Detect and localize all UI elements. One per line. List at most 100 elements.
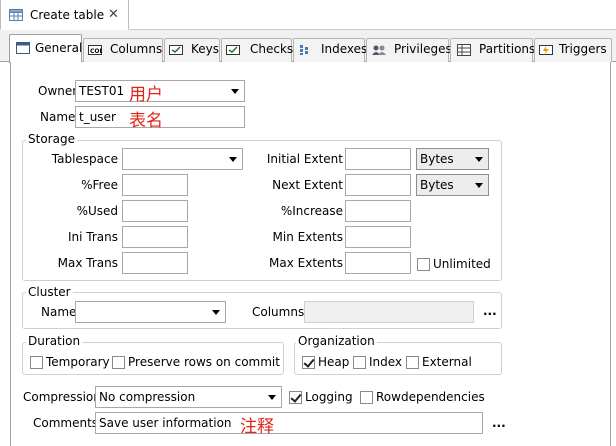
comments-value: Save user information bbox=[99, 416, 232, 430]
cluster-columns-ellipsis-button[interactable]: ... bbox=[483, 304, 497, 318]
external-checkbox[interactable] bbox=[406, 356, 419, 369]
chevron-down-icon bbox=[268, 395, 276, 400]
checks-icon bbox=[226, 45, 240, 55]
tab-triggers-label: Triggers bbox=[559, 42, 607, 56]
pct-increase-input[interactable] bbox=[345, 200, 411, 222]
duration-title: Duration bbox=[26, 334, 83, 348]
name-label: Name bbox=[40, 110, 76, 124]
owner-label: Owner bbox=[38, 84, 78, 98]
window-tab-title: Create table bbox=[30, 8, 105, 22]
owner-note: 用户 bbox=[129, 85, 163, 105]
comments-note: 注释 bbox=[240, 417, 274, 437]
chevron-down-icon bbox=[231, 89, 239, 94]
cluster-columns-input[interactable] bbox=[304, 301, 474, 323]
min-extents-input[interactable] bbox=[345, 226, 411, 248]
chevron-down-icon bbox=[229, 157, 237, 162]
unlimited-label: Unlimited bbox=[433, 257, 491, 271]
storage-title: Storage bbox=[26, 132, 77, 146]
tab-checks-label: Checks bbox=[250, 42, 294, 56]
chevron-down-icon bbox=[212, 310, 220, 315]
max-extents-input[interactable] bbox=[345, 252, 411, 274]
comments-ellipsis-button[interactable]: ... bbox=[492, 416, 506, 430]
index-label: Index bbox=[369, 355, 403, 369]
window-tab-bar: Create table ✕ bbox=[0, 0, 616, 30]
max-trans-input[interactable] bbox=[122, 252, 188, 274]
tab-indexes[interactable]: Indexes bbox=[293, 38, 368, 62]
compression-select[interactable]: No compression bbox=[95, 386, 282, 408]
tab-checks[interactable]: Checks bbox=[221, 38, 294, 62]
preserve-rows-label: Preserve rows on commit bbox=[128, 355, 280, 369]
index-checkbox[interactable] bbox=[353, 356, 366, 369]
partitions-icon bbox=[457, 44, 471, 56]
max-trans-label: Max Trans bbox=[57, 256, 118, 270]
external-label: External bbox=[422, 355, 472, 369]
ini-trans-label: Ini Trans bbox=[67, 230, 118, 244]
tab-triggers[interactable]: Triggers bbox=[534, 38, 612, 62]
comments-label: Comments bbox=[33, 416, 99, 430]
privileges-icon bbox=[372, 45, 386, 55]
tab-keys-label: Keys bbox=[191, 42, 220, 56]
temporary-label: Temporary bbox=[46, 355, 110, 369]
pct-free-input[interactable] bbox=[122, 174, 188, 196]
initial-extent-unit-value: Bytes bbox=[420, 152, 454, 166]
temporary-checkbox[interactable] bbox=[30, 356, 43, 369]
indexes-icon bbox=[300, 45, 308, 55]
logging-checkbox[interactable] bbox=[289, 391, 302, 404]
compression-label: Compression bbox=[23, 390, 101, 404]
tab-general-label: General bbox=[35, 41, 83, 55]
tab-privileges-label: Privileges bbox=[394, 42, 452, 56]
tablespace-select[interactable] bbox=[122, 148, 243, 170]
used-label: %Used bbox=[76, 204, 118, 218]
window-tab-create-table[interactable]: Create table ✕ bbox=[0, 0, 129, 30]
cluster-title: Cluster bbox=[26, 285, 73, 299]
cluster-name-label: Name bbox=[41, 305, 77, 319]
free-label: %Free bbox=[81, 178, 118, 192]
chevron-down-icon bbox=[475, 183, 483, 188]
logging-label: Logging bbox=[305, 390, 353, 404]
keys-icon bbox=[169, 45, 183, 55]
unlimited-checkbox[interactable] bbox=[417, 258, 430, 271]
organization-title: Organization bbox=[296, 334, 377, 348]
next-extent-unit-select[interactable]: Bytes bbox=[416, 174, 489, 196]
table-name-value: t_user bbox=[79, 110, 116, 124]
initial-extent-unit-select[interactable]: Bytes bbox=[416, 148, 489, 170]
rowdependencies-checkbox[interactable] bbox=[360, 391, 373, 404]
initial-extent-label: Initial Extent bbox=[266, 152, 343, 166]
triggers-icon bbox=[539, 45, 553, 55]
heap-label: Heap bbox=[318, 355, 350, 369]
tab-partitions-label: Partitions bbox=[479, 42, 536, 56]
close-icon[interactable]: ✕ bbox=[108, 7, 119, 22]
pct-used-input[interactable] bbox=[122, 200, 188, 222]
tab-privileges[interactable]: Privileges bbox=[366, 38, 452, 62]
cluster-name-select[interactable] bbox=[75, 301, 226, 323]
tab-general[interactable]: General bbox=[9, 34, 82, 63]
heap-checkbox[interactable] bbox=[302, 356, 315, 369]
tab-columns[interactable]: COL Columns bbox=[83, 38, 163, 62]
editor-tabs: General COL Columns Keys Checks Indexes … bbox=[0, 30, 616, 63]
compression-value: No compression bbox=[99, 390, 196, 404]
owner-value: TEST01 bbox=[79, 84, 125, 98]
next-extent-input[interactable] bbox=[345, 174, 411, 196]
tablespace-label: Tablespace bbox=[51, 152, 118, 166]
preserve-rows-checkbox[interactable] bbox=[112, 356, 125, 369]
comments-input[interactable]: Save user information bbox=[95, 412, 483, 434]
name-note: 表名 bbox=[129, 111, 163, 131]
initial-extent-input[interactable] bbox=[345, 148, 411, 170]
table-icon bbox=[9, 9, 23, 21]
tab-columns-label: Columns bbox=[110, 42, 163, 56]
columns-icon: COL bbox=[88, 45, 102, 55]
tab-keys[interactable]: Keys bbox=[164, 38, 220, 62]
next-extent-label: Next Extent bbox=[272, 178, 343, 192]
tab-partitions[interactable]: Partitions bbox=[450, 38, 536, 62]
rowdependencies-label: Rowdependencies bbox=[376, 390, 485, 404]
max-extents-label: Max Extents bbox=[269, 256, 343, 270]
min-extents-label: Min Extents bbox=[272, 230, 343, 244]
chevron-down-icon bbox=[475, 157, 483, 162]
next-extent-unit-value: Bytes bbox=[420, 178, 454, 192]
general-icon bbox=[16, 42, 30, 54]
tab-indexes-label: Indexes bbox=[321, 42, 368, 56]
cluster-columns-label: Columns bbox=[252, 305, 305, 319]
increase-label: %Increase bbox=[280, 204, 343, 218]
ini-trans-input[interactable] bbox=[122, 226, 188, 248]
svg-text:COL: COL bbox=[90, 48, 102, 55]
